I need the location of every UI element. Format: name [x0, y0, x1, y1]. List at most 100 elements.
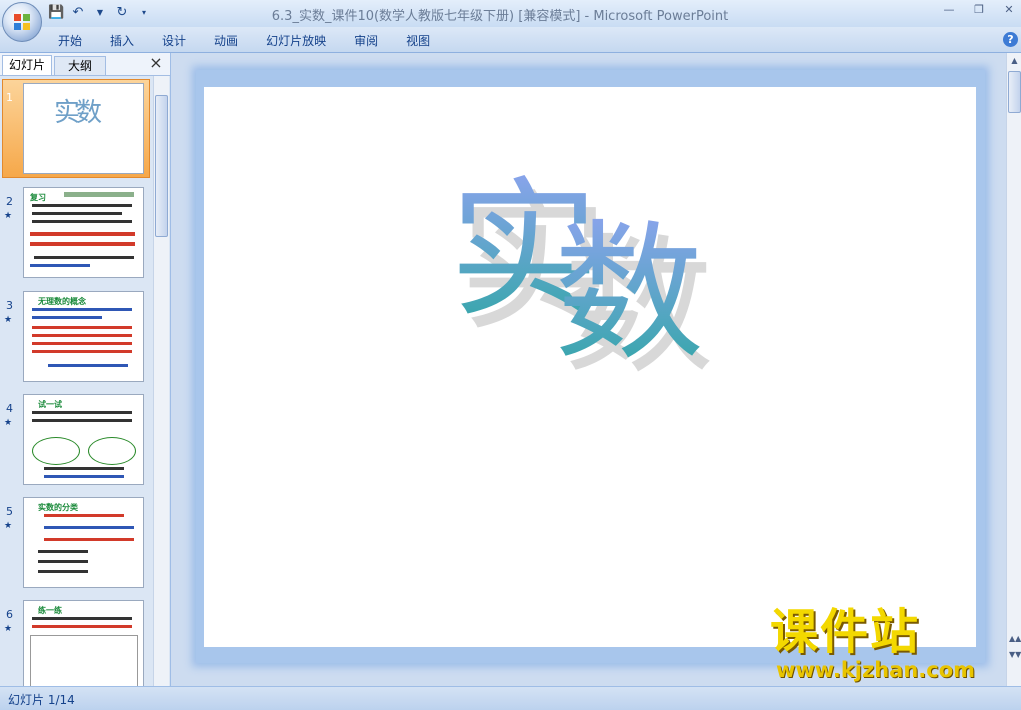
restore-icon[interactable]: ❐ [971, 3, 987, 17]
slide-number: 5 [6, 505, 13, 518]
slide-preview: 练一练 [23, 600, 144, 686]
thumb-line [34, 256, 134, 259]
quick-access-toolbar: 💾 ↶ ▼ ↻ ▾ [48, 4, 152, 22]
slide-number: 1 [6, 91, 13, 104]
scroll-up-icon[interactable]: ▲ [1009, 55, 1020, 67]
tab-slides[interactable]: 幻灯片 [2, 55, 52, 75]
thumb-title: 实数 [54, 98, 102, 128]
thumb-line [48, 364, 128, 367]
slide-count: 幻灯片 1/14 [8, 693, 75, 707]
title-char-shu: 数 [554, 207, 704, 381]
thumbnail-scrollbar-thumb[interactable] [155, 95, 168, 237]
slide-number: 6 [6, 608, 13, 621]
office-logo-icon [14, 14, 30, 30]
slide-preview: 复习 [23, 187, 144, 278]
slide-number: 3 [6, 299, 13, 312]
slide-canvas[interactable]: 实 实 数 数 [204, 87, 976, 647]
thumb-line [32, 617, 132, 620]
slide-thumbnail[interactable]: 1 实数 [0, 79, 152, 183]
watermark-logo: 课件站 www.kjzhan.com [770, 606, 1005, 686]
customize-icon[interactable]: ▾ [136, 5, 152, 21]
thumb-line [38, 570, 88, 573]
redo-icon[interactable]: ↻ [114, 5, 130, 21]
thumb-title: 练一练 [38, 606, 62, 615]
close-icon[interactable]: ✕ [1001, 3, 1017, 17]
minimize-icon[interactable]: — [941, 3, 957, 17]
thumb-line [32, 411, 132, 414]
office-button[interactable] [2, 2, 42, 42]
thumb-line [38, 560, 88, 563]
thumb-title: 实数的分类 [38, 503, 78, 512]
thumb-title: 无理数的概念 [38, 297, 86, 306]
slide-thumbnail[interactable]: 2 ★ 复习 [0, 187, 152, 279]
close-icon[interactable]: × [148, 55, 164, 71]
thumb-line [32, 220, 132, 223]
panel-tabs: 幻灯片 大纲 × [0, 53, 170, 76]
thumb-line [30, 264, 90, 267]
ribbon-tabs-bar: 开始 插入 设计 动画 幻灯片放映 审阅 视图 ? [0, 27, 1021, 53]
vertical-scrollbar[interactable]: ▲ ▲▲ ▼▼ [1006, 53, 1021, 686]
save-icon[interactable]: 💾 [48, 5, 64, 21]
ribbon-tabs: 开始 插入 设计 动画 幻灯片放映 审阅 视图 [58, 32, 430, 49]
slide-thumbnail[interactable]: 4 ★ 试一试 [0, 394, 152, 486]
thumb-line [32, 212, 122, 215]
thumb-line [64, 192, 134, 197]
undo-icon[interactable]: ↶ [70, 5, 86, 21]
thumb-line [32, 419, 132, 422]
thumb-title: 试一试 [38, 400, 62, 409]
thumb-title: 复习 [30, 193, 46, 202]
slide-number: 2 [6, 195, 13, 208]
slide-thumbnail[interactable]: 3 ★ 无理数的概念 [0, 291, 152, 383]
thumb-line [44, 514, 124, 517]
slide-preview: 无理数的概念 [23, 291, 144, 382]
thumb-line [32, 326, 132, 329]
thumb-line [44, 526, 134, 529]
vertical-scrollbar-thumb[interactable] [1008, 71, 1021, 113]
thumb-ellipse [32, 437, 80, 465]
animation-icon: ★ [4, 315, 13, 325]
thumb-line [32, 316, 102, 319]
slides-panel: 幻灯片 大纲 × 1 实数 2 ★ 复习 3 ★ 无理数的概念 4 ★ 试一试 … [0, 53, 171, 686]
tab-outline[interactable]: 大纲 [54, 56, 106, 75]
thumb-line [32, 342, 132, 345]
window-title: 6.3_实数_课件10(数学人教版七年级下册) [兼容模式] - Microso… [271, 9, 729, 24]
tab-design[interactable]: 设计 [162, 32, 186, 49]
thumb-line [32, 625, 132, 628]
thumbnail-list: 1 实数 2 ★ 复习 3 ★ 无理数的概念 4 ★ 试一试 5 ★ 实数的分类… [0, 76, 152, 686]
tab-animations[interactable]: 动画 [214, 32, 238, 49]
tab-insert[interactable]: 插入 [110, 32, 134, 49]
animation-icon: ★ [4, 211, 13, 221]
previous-slide-icon[interactable]: ▲▲ [1009, 633, 1021, 645]
window-controls: — ❐ ✕ [941, 3, 1017, 17]
next-slide-icon[interactable]: ▼▼ [1009, 649, 1021, 661]
thumb-line [32, 334, 132, 337]
thumb-line [44, 538, 134, 541]
help-icon[interactable]: ? [1003, 32, 1018, 47]
thumb-line [38, 550, 88, 553]
thumb-line [30, 232, 135, 236]
title-bar: 💾 ↶ ▼ ↻ ▾ 6.3_实数_课件10(数学人教版七年级下册) [兼容模式]… [0, 0, 1021, 28]
animation-icon: ★ [4, 521, 13, 531]
tab-review[interactable]: 审阅 [354, 32, 378, 49]
tab-home[interactable]: 开始 [58, 32, 82, 49]
slide-title-art: 实 实 数 数 [449, 164, 714, 395]
animation-icon: ★ [4, 624, 13, 634]
thumb-line [30, 242, 135, 246]
animation-icon: ★ [4, 418, 13, 428]
tab-view[interactable]: 视图 [406, 32, 430, 49]
thumb-line [32, 308, 132, 311]
slide-thumbnail[interactable]: 6 ★ 练一练 [0, 600, 152, 686]
slide-thumbnail[interactable]: 5 ★ 实数的分类 [0, 497, 152, 589]
slide-preview: 实数的分类 [23, 497, 144, 588]
slide-preview: 试一试 [23, 394, 144, 485]
slide-number: 4 [6, 402, 13, 415]
thumb-line [32, 350, 132, 353]
watermark-url: www.kjzhan.com [776, 658, 976, 682]
dropdown-icon[interactable]: ▼ [92, 5, 108, 21]
watermark-title: 课件站 [770, 604, 921, 660]
thumb-line [44, 475, 124, 478]
status-bar: 幻灯片 1/14 [0, 686, 1021, 710]
tab-slideshow[interactable]: 幻灯片放映 [266, 32, 326, 49]
slide-preview: 实数 [23, 83, 144, 174]
thumb-line [32, 204, 132, 207]
